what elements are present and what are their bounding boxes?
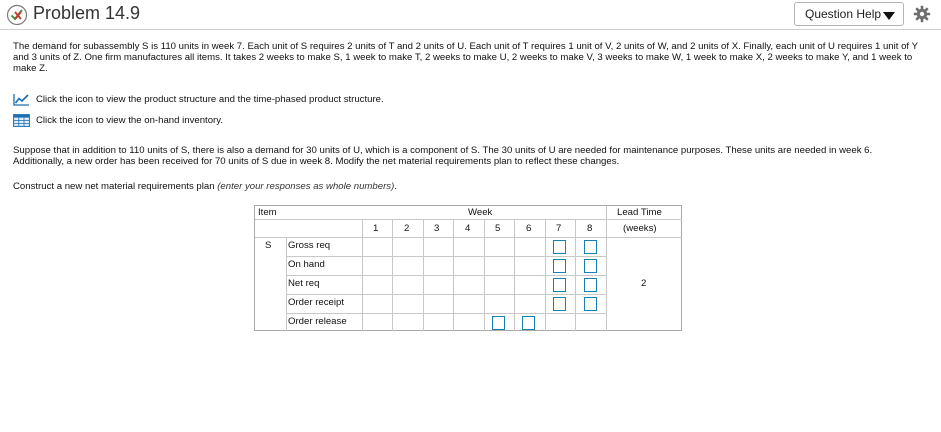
instruction-hint: (enter your responses as whole numbers) bbox=[217, 181, 395, 192]
row-label-net-req: Net req bbox=[288, 278, 320, 289]
week-number: 5 bbox=[495, 223, 501, 234]
problem-title: Problem 14.9 bbox=[33, 3, 141, 23]
order-release-week6-input[interactable] bbox=[522, 316, 535, 330]
order-receipt-week7-input[interactable] bbox=[553, 297, 566, 311]
mrp-table: Item Week Lead Time (weeks) 1 2 3 4 5 6 … bbox=[254, 205, 682, 331]
row-label-gross-req: Gross req bbox=[288, 240, 331, 251]
week-number: 4 bbox=[465, 223, 471, 234]
caret-down-icon bbox=[883, 12, 895, 20]
problem-intro: The demand for subassembly S is 110 unit… bbox=[13, 41, 918, 75]
order-receipt-week8-input[interactable] bbox=[584, 297, 597, 311]
lead-time-value: 2 bbox=[641, 278, 647, 289]
on-hand-inventory-link-text: Click the icon to view the on-hand inven… bbox=[36, 115, 223, 126]
partial-correct-icon bbox=[6, 4, 28, 26]
item-header: Item bbox=[258, 207, 277, 218]
instruction-main: Construct a new net material requirement… bbox=[13, 181, 218, 192]
product-structure-link-text: Click the icon to view the product struc… bbox=[36, 94, 384, 105]
on-hand-week8-input[interactable] bbox=[584, 259, 597, 273]
row-label-order-release: Order release bbox=[288, 316, 347, 327]
gross-req-week7-input[interactable] bbox=[553, 240, 566, 254]
lead-time-header: Lead Time bbox=[617, 207, 662, 218]
question-help-button[interactable]: Question Help bbox=[794, 2, 904, 26]
week-number: 1 bbox=[373, 223, 379, 234]
row-label-order-receipt: Order receipt bbox=[288, 297, 344, 308]
on-hand-inventory-link[interactable]: Click the icon to view the on-hand inven… bbox=[13, 114, 443, 128]
week-number: 6 bbox=[526, 223, 532, 234]
header-bar: Problem 14.9 Question Help bbox=[0, 0, 941, 30]
instruction-text: Construct a new net material requirement… bbox=[13, 181, 925, 192]
lead-time-unit: (weeks) bbox=[623, 223, 657, 234]
item-label: S bbox=[265, 240, 272, 251]
product-structure-link[interactable]: Click the icon to view the product struc… bbox=[13, 93, 443, 107]
scenario-text: Suppose that in addition to 110 units of… bbox=[13, 145, 873, 168]
table-icon[interactable] bbox=[13, 114, 30, 127]
instruction-end: . bbox=[394, 181, 397, 192]
on-hand-week7-input[interactable] bbox=[553, 259, 566, 273]
week-number: 3 bbox=[434, 223, 440, 234]
week-number: 7 bbox=[556, 223, 562, 234]
net-req-week8-input[interactable] bbox=[584, 278, 597, 292]
week-number: 2 bbox=[404, 223, 410, 234]
chart-icon[interactable] bbox=[13, 93, 30, 106]
row-label-on-hand: On hand bbox=[288, 259, 325, 270]
week-header: Week bbox=[468, 207, 493, 218]
net-req-week7-input[interactable] bbox=[553, 278, 566, 292]
gross-req-week8-input[interactable] bbox=[584, 240, 597, 254]
week-number: 8 bbox=[587, 223, 593, 234]
order-release-week5-input[interactable] bbox=[492, 316, 505, 330]
gear-icon[interactable] bbox=[913, 5, 931, 23]
question-help-label: Question Help bbox=[805, 7, 882, 21]
